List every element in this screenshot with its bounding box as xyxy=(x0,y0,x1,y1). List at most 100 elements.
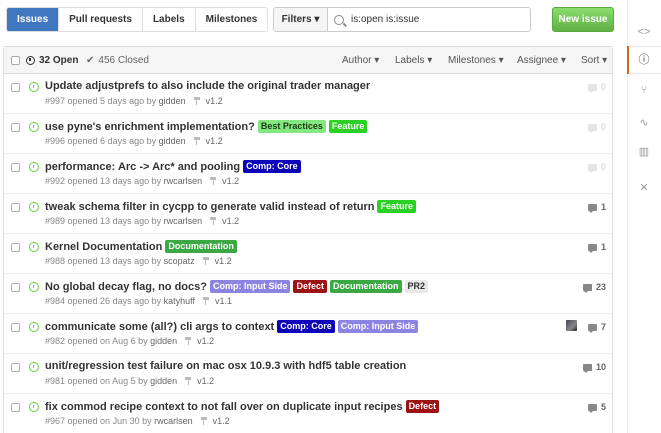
issue-row[interactable]: Kernel Documentation Documentation #988 o… xyxy=(4,234,612,274)
milestones-dropdown[interactable]: Milestones ▾ xyxy=(448,55,504,66)
issue-checkbox[interactable] xyxy=(11,123,20,132)
issue-label[interactable]: PR2 xyxy=(404,280,429,293)
comment-count[interactable]: 1 xyxy=(587,242,606,253)
issue-author[interactable]: scopatz xyxy=(164,256,195,266)
open-count: 32 Open xyxy=(39,55,79,66)
issue-milestone[interactable]: v1.2 xyxy=(185,376,214,386)
issue-title[interactable]: No global decay flag, no docs? xyxy=(45,281,207,293)
author-dropdown[interactable]: Author ▾ xyxy=(342,55,379,66)
comment-count[interactable]: 5 xyxy=(587,402,606,413)
issue-label[interactable]: Feature xyxy=(328,120,368,133)
issue-title-line: tweak schema filter in cycpp to generate… xyxy=(45,200,416,213)
issue-opened-icon xyxy=(29,162,39,172)
issue-opened-icon xyxy=(29,322,39,332)
issue-title[interactable]: Update adjustprefs to also include the o… xyxy=(45,80,370,92)
issue-row[interactable]: unit/regression test failure on mac osx … xyxy=(4,354,612,394)
issue-checkbox[interactable] xyxy=(11,163,20,172)
issue-checkbox[interactable] xyxy=(11,83,20,92)
issue-row[interactable]: use pyne's enrichment implementation? Bes… xyxy=(4,114,612,154)
issue-title[interactable]: performance: Arc -> Arc* and pooling xyxy=(45,161,240,173)
issue-title[interactable]: tweak schema filter in cycpp to generate… xyxy=(45,201,374,213)
issue-label[interactable]: Defect xyxy=(293,280,327,293)
tab-issues[interactable]: Issues xyxy=(7,8,59,31)
comment-count[interactable]: 7 xyxy=(587,322,606,333)
issue-milestone[interactable]: v1.2 xyxy=(193,96,223,106)
issue-checkbox[interactable] xyxy=(11,203,20,212)
issue-checkbox[interactable] xyxy=(11,283,20,292)
issue-checkbox[interactable] xyxy=(11,323,20,332)
closed-filter[interactable]: ✔ 456 Closed xyxy=(86,55,149,66)
issue-author[interactable]: gidden xyxy=(159,136,186,146)
milestone-icon xyxy=(202,297,209,305)
tools-icon[interactable]: ✕ xyxy=(637,181,651,195)
code-icon[interactable]: <> xyxy=(637,25,651,39)
issue-checkbox[interactable] xyxy=(11,403,20,412)
issue-milestone[interactable]: v1.2 xyxy=(210,216,239,226)
comment-count[interactable]: 0 xyxy=(587,122,606,133)
issue-label[interactable]: Documentation xyxy=(165,240,237,253)
repo-sidebar: <> ⓘ ⑂ ∿ ▥ ✕ xyxy=(627,0,661,433)
graph-icon[interactable]: ▥ xyxy=(637,145,651,159)
select-all-checkbox[interactable] xyxy=(11,56,20,65)
issue-checkbox[interactable] xyxy=(11,243,20,252)
issue-author[interactable]: gidden xyxy=(150,336,177,346)
comment-count[interactable]: 23 xyxy=(582,282,606,293)
search-field xyxy=(328,8,530,31)
issue-title[interactable]: unit/regression test failure on mac osx … xyxy=(45,360,406,372)
comment-count[interactable]: 0 xyxy=(587,162,606,173)
tab-labels[interactable]: Labels xyxy=(141,8,195,31)
issue-milestone[interactable]: v1.2 xyxy=(193,136,223,146)
comment-count[interactable]: 1 xyxy=(587,202,606,213)
assignee-dropdown[interactable]: Assignee ▾ xyxy=(517,55,566,66)
issue-row[interactable]: Update adjustprefs to also include the o… xyxy=(4,74,612,114)
issue-title[interactable]: fix commod recipe context to not fall ov… xyxy=(45,401,403,413)
issue-label[interactable]: Comp: Input Side xyxy=(209,280,291,293)
issue-label[interactable]: Comp: Input Side xyxy=(337,320,419,333)
milestone-icon xyxy=(185,377,192,385)
issue-opened-icon[interactable]: ⓘ xyxy=(637,53,651,67)
issue-label[interactable]: Defect xyxy=(405,400,440,413)
issue-author[interactable]: gidden xyxy=(150,376,177,386)
issue-meta: #984 opened 26 days ago by katyhuff v1.1 xyxy=(45,296,232,306)
issue-row[interactable]: fix commod recipe context to not fall ov… xyxy=(4,394,612,433)
issue-milestone[interactable]: v1.2 xyxy=(202,256,232,266)
issue-milestone[interactable]: v1.2 xyxy=(185,336,214,346)
issue-author[interactable]: rwcarlsen xyxy=(164,176,203,186)
issue-meta: #988 opened 13 days ago by scopatz v1.2 xyxy=(45,256,232,266)
issue-author[interactable]: rwcarlsen xyxy=(164,216,203,226)
issue-opened-icon xyxy=(29,122,39,132)
issue-row[interactable]: communicate some (all?) cli args to cont… xyxy=(4,314,612,354)
issue-author[interactable]: katyhuff xyxy=(164,296,195,306)
issue-label[interactable]: Comp: Core xyxy=(277,320,335,333)
issue-milestone[interactable]: v1.2 xyxy=(200,416,230,426)
comment-count[interactable]: 10 xyxy=(582,362,606,373)
issue-milestone[interactable]: v1.1 xyxy=(202,296,232,306)
issue-meta-text: #988 opened 13 days ago by xyxy=(45,256,162,266)
tab-pull-requests[interactable]: Pull requests xyxy=(58,8,142,31)
issue-author[interactable]: rwcarlsen xyxy=(154,416,193,426)
tab-milestones[interactable]: Milestones xyxy=(194,8,268,31)
comment-count[interactable]: 0 xyxy=(587,82,606,93)
open-filter[interactable]: 32 Open xyxy=(26,55,78,66)
issue-row[interactable]: tweak schema filter in cycpp to generate… xyxy=(4,194,612,234)
pull-request-icon[interactable]: ⑂ xyxy=(637,83,651,97)
pulse-icon[interactable]: ∿ xyxy=(637,116,651,130)
issue-milestone[interactable]: v1.2 xyxy=(210,176,239,186)
labels-dropdown[interactable]: Labels ▾ xyxy=(395,55,432,66)
issue-checkbox[interactable] xyxy=(11,363,20,372)
issue-label[interactable]: Best Practices xyxy=(257,120,326,133)
sort-dropdown[interactable]: Sort ▾ xyxy=(581,55,607,66)
issue-row[interactable]: No global decay flag, no docs? Comp: Inpu… xyxy=(4,274,612,314)
search-input[interactable] xyxy=(351,14,521,25)
issue-label[interactable]: Documentation xyxy=(329,280,402,293)
issue-label[interactable]: Feature xyxy=(377,200,416,213)
issue-title[interactable]: communicate some (all?) cli args to cont… xyxy=(45,321,274,333)
new-issue-button[interactable]: New issue xyxy=(552,7,614,32)
avatar[interactable] xyxy=(566,320,577,331)
issue-row[interactable]: performance: Arc -> Arc* and pooling Comp… xyxy=(4,154,612,194)
issue-title[interactable]: Kernel Documentation xyxy=(45,241,162,253)
issue-label[interactable]: Comp: Core xyxy=(243,160,301,173)
filters-dropdown[interactable]: Filters ▾ xyxy=(274,8,328,31)
issue-author[interactable]: gidden xyxy=(159,96,186,106)
issue-title[interactable]: use pyne's enrichment implementation? xyxy=(45,121,255,133)
